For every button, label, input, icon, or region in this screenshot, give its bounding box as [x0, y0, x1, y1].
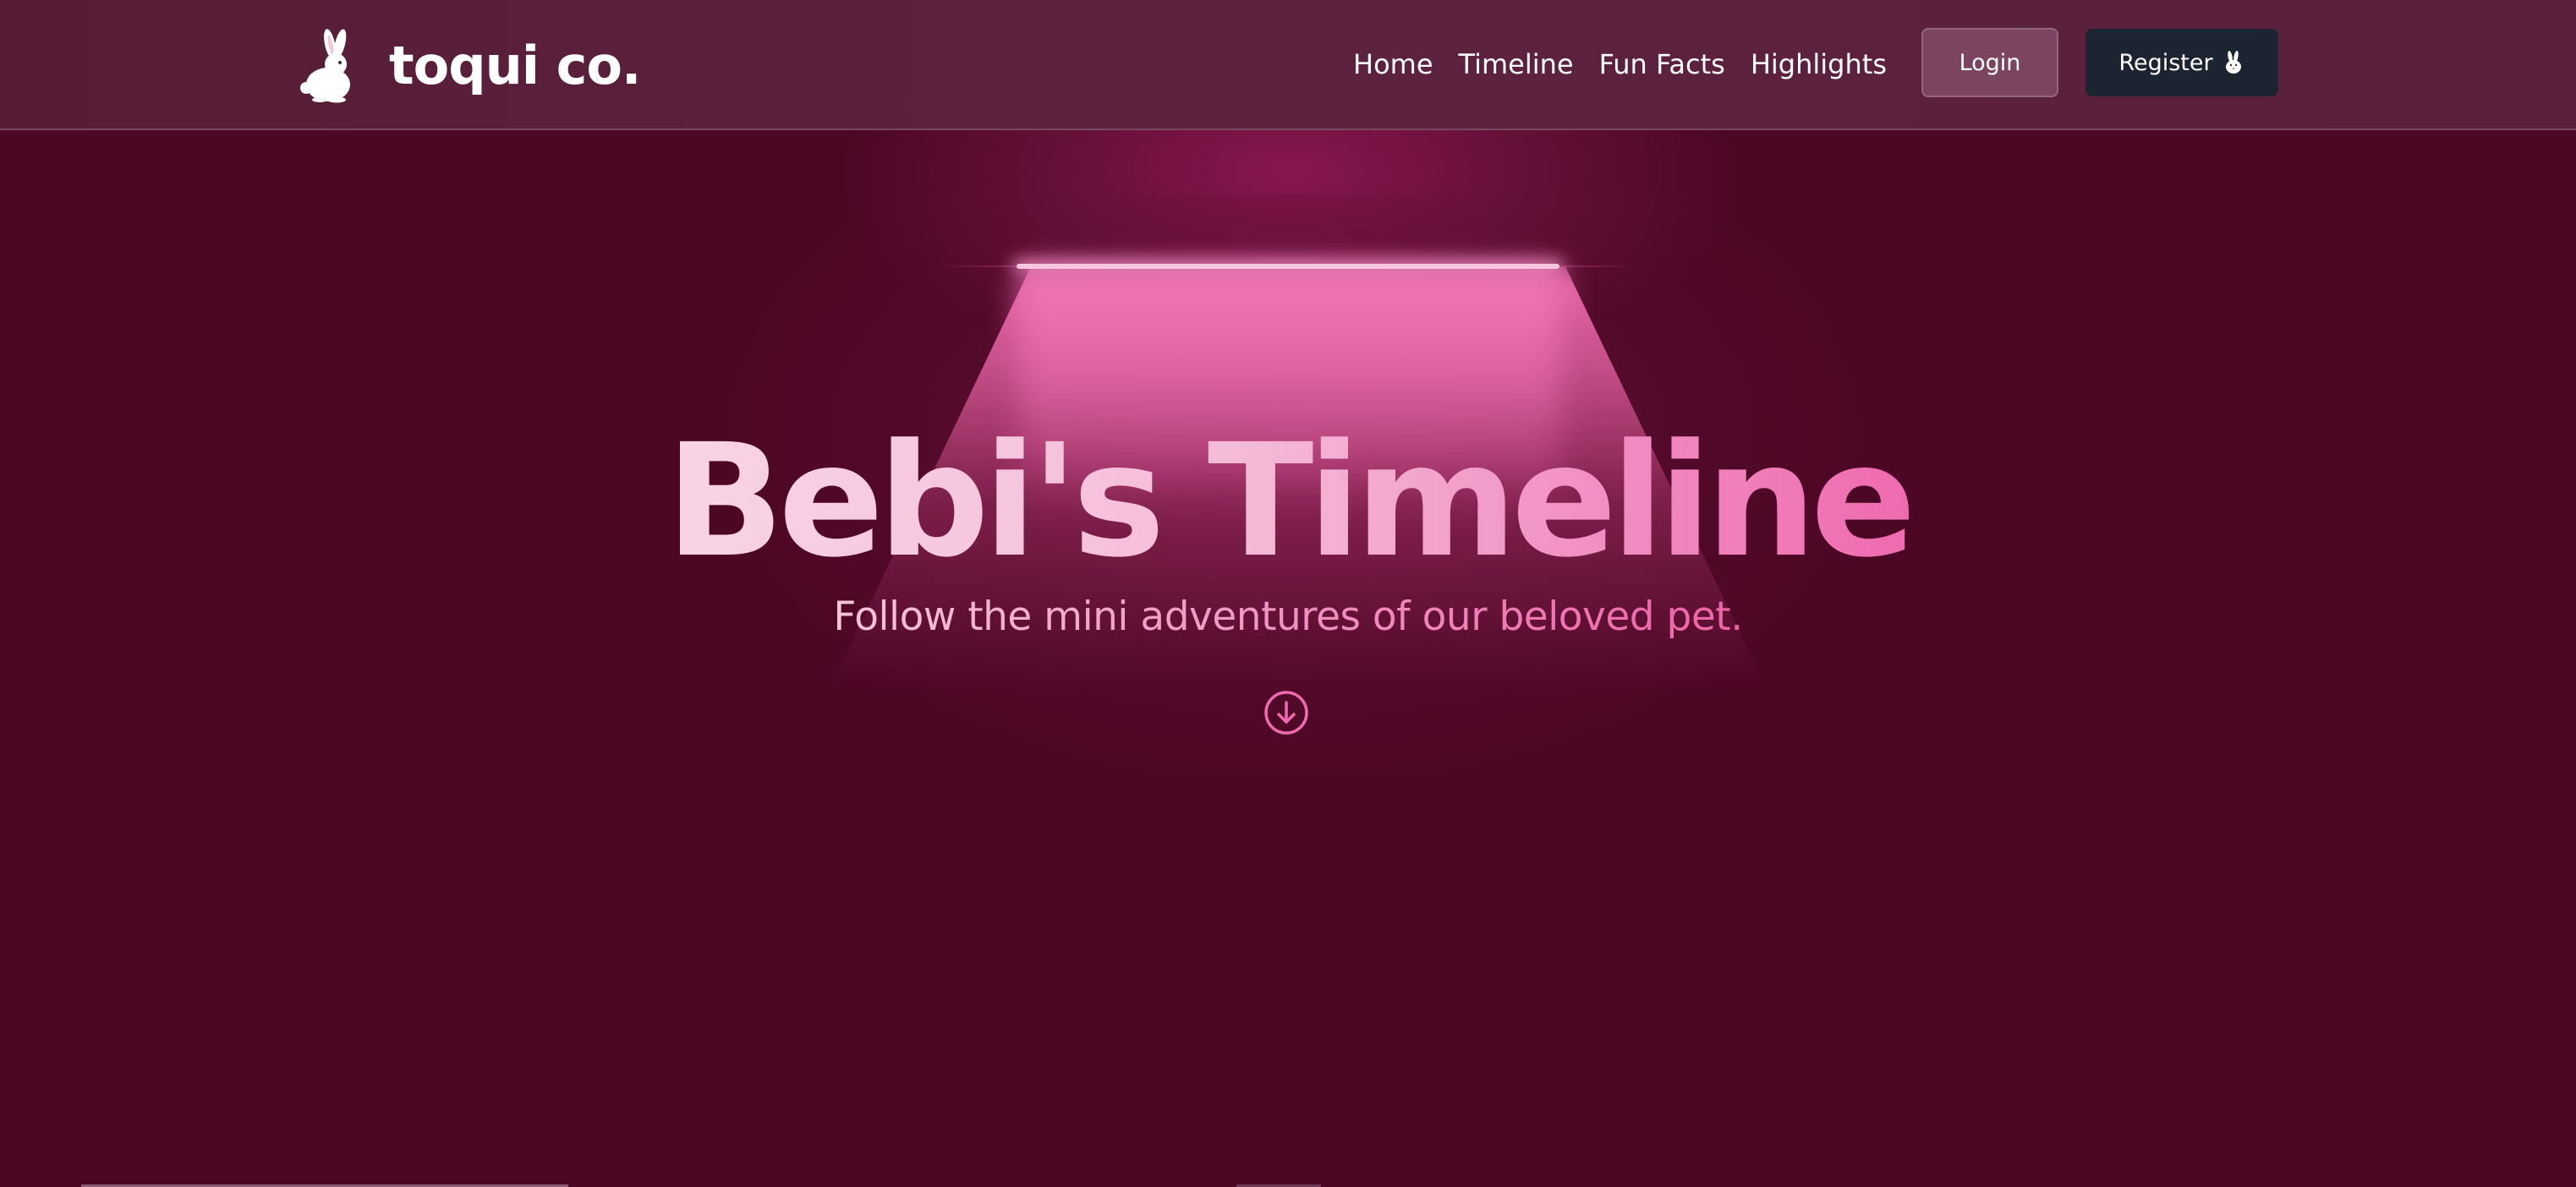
spotlight-lamp — [1017, 264, 1559, 269]
main-nav: Home Timeline Fun Facts Highlights — [1353, 41, 1912, 88]
scroll-down-button[interactable] — [1263, 690, 1309, 736]
site-header: toqui co. Home Timeline Fun Facts Highli… — [0, 0, 2576, 130]
nav-link-home[interactable]: Home — [1353, 48, 1433, 80]
brand-name: toqui co. — [389, 34, 641, 96]
hero-title: Bebi's Timeline — [0, 411, 2576, 592]
hero-subtitle: Follow the mini adventures of our belove… — [0, 594, 2576, 641]
lamp-edge-right — [1559, 265, 1637, 267]
hero-title-text: Bebi's Timeline — [666, 411, 1916, 592]
brand-link[interactable]: toqui co. — [296, 24, 641, 107]
register-button-label: Register — [2118, 49, 2213, 76]
register-button[interactable]: Register — [2085, 29, 2278, 96]
nav-link-fun-facts[interactable]: Fun Facts — [1599, 48, 1725, 80]
arrow-down-circle-icon — [1264, 691, 1308, 735]
nav-link-highlights[interactable]: Highlights — [1751, 48, 1887, 80]
lamp-edge-left — [939, 265, 1017, 267]
hero-subtitle-text: Follow the mini adventures of our belove… — [833, 594, 1743, 640]
rabbit-icon — [300, 29, 350, 103]
page: toqui co. Home Timeline Fun Facts Highli… — [0, 0, 2576, 1187]
nav-link-timeline[interactable]: Timeline — [1459, 48, 1574, 80]
login-button-label: Login — [1959, 49, 2021, 76]
rabbit-icon — [2225, 51, 2241, 74]
login-button[interactable]: Login — [1921, 28, 2058, 97]
